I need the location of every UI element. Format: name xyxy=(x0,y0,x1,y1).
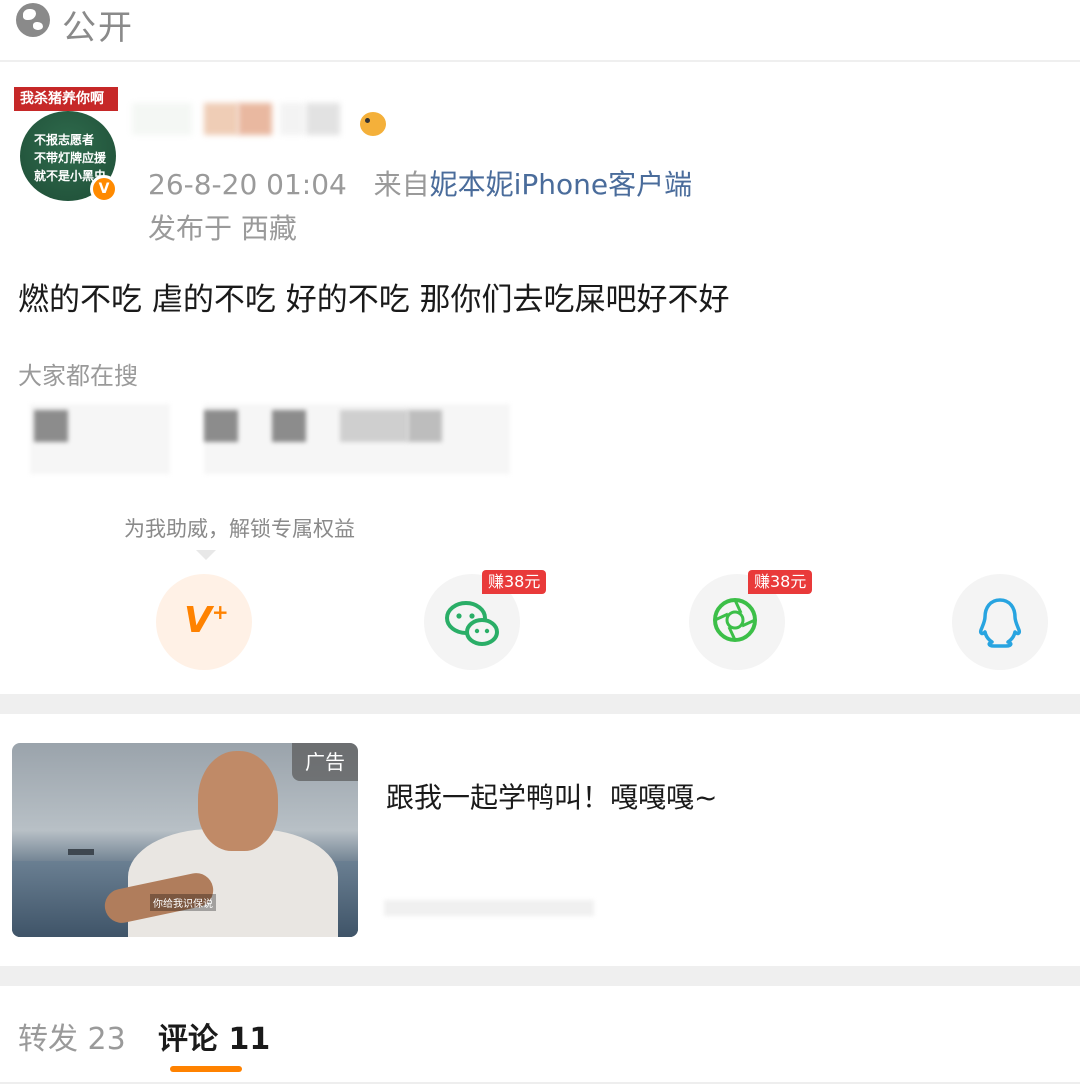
earn-badge: 赚38元 xyxy=(748,570,813,594)
trending-item-blur xyxy=(34,410,68,442)
trending-item-blur xyxy=(408,410,442,442)
tab-count: 11 xyxy=(228,1022,271,1057)
tooltip-arrow xyxy=(196,550,216,560)
trending-label: 大家都在搜 xyxy=(18,362,138,390)
post-location: 发布于 西藏 xyxy=(148,207,297,247)
fish-emoji-icon xyxy=(360,112,386,136)
v-plus-button[interactable]: V+ xyxy=(156,574,252,670)
bottom-divider xyxy=(0,1082,1080,1084)
tab-label: 转发 xyxy=(18,1022,78,1057)
post-time: 26-8-20 01:04 xyxy=(148,168,347,201)
section-divider xyxy=(0,694,1080,714)
post-body: 燃的不吃 虐的不吃 好的不吃 那你们去吃屎吧好不好 xyxy=(18,282,730,318)
username-blur xyxy=(280,103,304,135)
v-plus-icon: V+ xyxy=(184,600,229,641)
ad-title[interactable]: 跟我一起学鸭叫！嘎嘎嘎~ xyxy=(386,776,717,816)
verified-badge-icon: V xyxy=(90,175,118,203)
username-blur xyxy=(238,103,272,135)
trending-item-blur xyxy=(272,410,306,442)
avatar[interactable]: 我杀猪养你啊 不报志愿者 不带灯牌应援 就不是小黑虫 V xyxy=(14,87,120,205)
tab-label: 评论 xyxy=(158,1022,218,1057)
ad-tag: 广告 xyxy=(292,743,358,781)
ad-image-ship xyxy=(68,849,94,855)
location-prefix: 发布于 xyxy=(148,212,233,245)
avatar-line: 不带灯牌应援 xyxy=(34,151,107,165)
qq-share-button[interactable] xyxy=(952,574,1048,670)
tab-count: 23 xyxy=(87,1022,126,1057)
ad-image-subtitle: 你给我识保说 xyxy=(150,894,216,911)
boost-tip: 为我助威，解锁专属权益 xyxy=(124,517,355,541)
visibility-header: 公开 xyxy=(0,0,1080,62)
avatar-banner: 我杀猪养你啊 xyxy=(14,87,118,111)
trending-item-blur xyxy=(204,410,238,442)
post-source-link[interactable]: 妮本妮iPhone客户端 xyxy=(430,168,693,201)
post-meta: 26-8-20 01:04 来自妮本妮iPhone客户端 xyxy=(148,163,692,203)
section-divider xyxy=(0,966,1080,986)
ad-description-blur xyxy=(384,900,594,916)
location-name: 西藏 xyxy=(240,212,297,245)
trending-item-blur xyxy=(340,410,408,442)
username-blur xyxy=(204,103,238,135)
active-tab-indicator xyxy=(170,1066,242,1072)
tab-comment[interactable]: 评论 11 xyxy=(158,1014,270,1058)
avatar-line: 不报志愿者 xyxy=(34,133,95,147)
ad-image[interactable]: 你给我识保说 广告 xyxy=(12,743,358,937)
tab-repost[interactable]: 转发 23 xyxy=(18,1014,126,1058)
username-blur xyxy=(306,103,340,135)
username-blur xyxy=(132,103,192,135)
globe-icon xyxy=(16,3,50,37)
earn-badge: 赚38元 xyxy=(482,570,547,594)
source-prefix: 来自 xyxy=(373,168,430,201)
ad-image-head xyxy=(198,751,278,851)
visibility-label: 公开 xyxy=(62,8,134,48)
qq-icon xyxy=(979,598,1021,648)
